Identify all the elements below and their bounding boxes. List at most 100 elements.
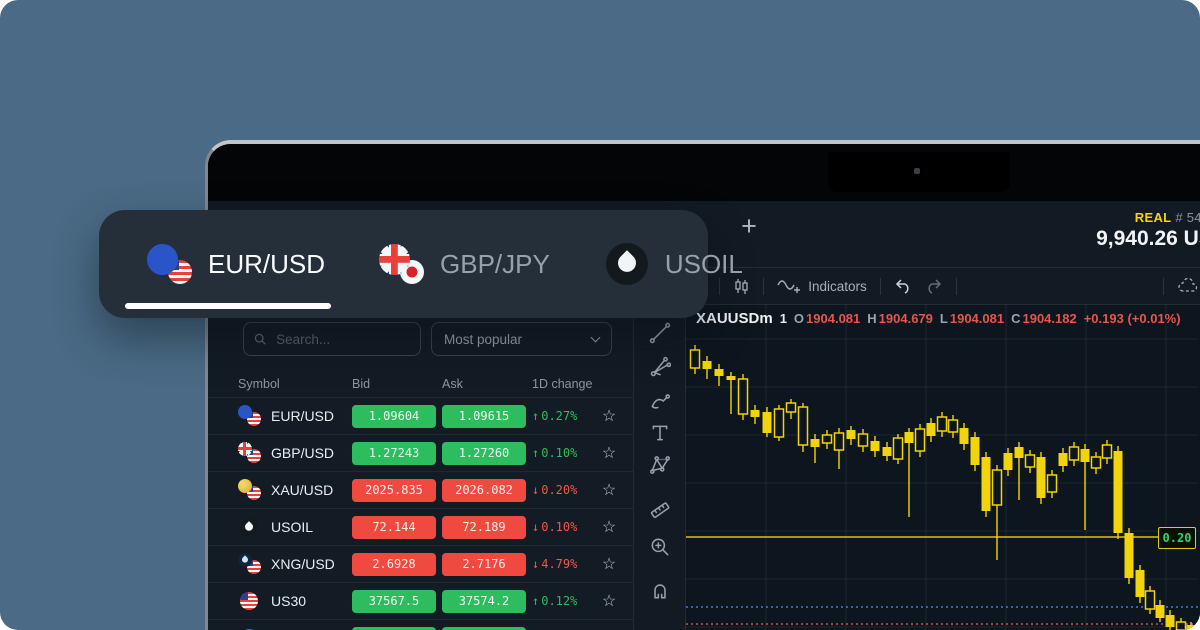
chart-area[interactable]: XAUUSDm 1 O1904.081 H1904.679 L1904.081 …: [686, 305, 1200, 630]
ask-price-badge[interactable]: 1.09615: [442, 405, 526, 428]
uk-flag-icon: [379, 244, 410, 275]
toolbar-divider: [956, 278, 957, 295]
watchlist-row[interactable]: USOIL 72.144 72.189 ↓ 0.10%: [208, 508, 633, 545]
indicator-wave-icon: [777, 277, 801, 295]
toolbar-divider: [763, 278, 764, 295]
ruler-tool[interactable]: [647, 497, 673, 523]
price-tag: 0.20: [1158, 527, 1196, 549]
pitchfork-tool[interactable]: [647, 354, 673, 380]
main-content: Most popular Symbol Bid Ask 1D change: [208, 305, 1200, 630]
search-icon: [254, 332, 266, 346]
save-layout-button[interactable]: Save: [1177, 278, 1200, 294]
bid-price-badge[interactable]: 37567.5: [352, 590, 436, 613]
change-arrow-icon: ↑: [532, 594, 539, 608]
change-arrow-icon: ↓: [532, 557, 539, 571]
daily-change: ↓ 0.10%: [532, 520, 596, 534]
redo-button[interactable]: [925, 279, 943, 294]
ask-price-badge[interactable]: 37574.2: [442, 590, 526, 613]
daily-change: ↑ 0.27%: [532, 409, 596, 423]
favorite-star-icon[interactable]: [596, 443, 622, 463]
zoom-in-tool[interactable]: [647, 534, 673, 560]
account-balance-dropdown[interactable]: 9,940.26 USD: [1096, 227, 1200, 251]
oil-drop-icon: [602, 242, 652, 286]
watchlist-row[interactable]: XNG/USD 2.6928 2.7176 ↓ 4.79%: [208, 545, 633, 582]
favorite-star-icon[interactable]: [596, 554, 622, 574]
drawing-tools-column: [633, 305, 686, 630]
favorite-star-icon[interactable]: [596, 591, 622, 611]
search-box[interactable]: [243, 322, 421, 356]
candlestick-chart[interactable]: [686, 305, 1198, 630]
column-ask: Ask: [442, 377, 532, 391]
account-type-badge: REAL: [1135, 210, 1172, 225]
bid-price-badge[interactable]: 2025.835: [352, 479, 436, 502]
change-arrow-icon: ↑: [532, 409, 539, 423]
watchlist-row[interactable]: XAU/USD 2025.835 2026.082 ↓ 0.20%: [208, 471, 633, 508]
pill-tab-gbpjpy[interactable]: GBP/JPY: [377, 242, 550, 286]
category-filter-select[interactable]: Most popular: [431, 322, 612, 356]
gbp-jpy-flags-icon: [377, 242, 427, 286]
pill-tab-eurusd[interactable]: EUR/USD: [145, 242, 325, 286]
instrument-icon: [238, 553, 262, 575]
bid-price-badge[interactable]: 1.27243: [352, 442, 436, 465]
eur-usd-flags-icon: [145, 242, 195, 286]
brush-tool[interactable]: [647, 389, 673, 415]
camera-dot: [914, 168, 920, 174]
column-bid: Bid: [352, 377, 442, 391]
undo-button[interactable]: [894, 279, 912, 294]
favorite-star-icon[interactable]: [596, 406, 622, 426]
daily-change: ↓ 0.20%: [532, 483, 596, 497]
bid-price-badge[interactable]: 72.144: [352, 516, 436, 539]
daily-change: ↑ 0.10%: [532, 446, 596, 460]
watchlist-row[interactable]: [208, 619, 633, 630]
bid-price-badge[interactable]: 2.6928: [352, 553, 436, 576]
instrument-icon: [238, 516, 262, 538]
daily-change: ↑ 0.12%: [532, 594, 596, 608]
pill-tab-label: USOIL: [665, 249, 743, 280]
search-input[interactable]: [274, 331, 410, 348]
chart-symbol: XAUUSDm: [696, 310, 773, 327]
chart-legend: XAUUSDm 1 O1904.081 H1904.679 L1904.081 …: [696, 310, 1181, 327]
pill-tab-usoil[interactable]: USOIL: [602, 242, 743, 286]
trend-line-tool[interactable]: [647, 320, 673, 346]
account-balance: 9,940.26 USD: [1096, 227, 1200, 251]
pill-tab-label: GBP/JPY: [440, 249, 550, 280]
favorite-star-icon[interactable]: [596, 517, 622, 537]
bid-price-badge[interactable]: 1.09604: [352, 405, 436, 428]
column-symbol: Symbol: [238, 377, 352, 391]
instrument-icon: [238, 479, 262, 501]
camera-housing: [828, 152, 1010, 192]
text-tool[interactable]: [647, 420, 673, 446]
ask-price-badge[interactable]: 2026.082: [442, 479, 526, 502]
symbol-name: USOIL: [271, 519, 313, 535]
chart-timeframe: 1: [780, 311, 787, 326]
daily-change: ↓ 4.79%: [532, 557, 596, 571]
close-value: 1904.182: [1022, 311, 1076, 326]
magnet-tool[interactable]: [647, 577, 673, 603]
watchlist-row[interactable]: GBP/USD 1.27243 1.27260 ↑ 0.10%: [208, 434, 633, 471]
toolbar-divider: [1163, 278, 1164, 295]
ask-price-badge[interactable]: 2.7176: [442, 553, 526, 576]
xabcd-pattern-tool[interactable]: [647, 452, 673, 478]
watchlist-rows: EUR/USD 1.09604 1.09615 ↑ 0.27%: [208, 397, 633, 630]
symbol-name: US30: [271, 593, 306, 609]
ask-price-badge[interactable]: 1.27260: [442, 442, 526, 465]
watchlist-panel: Most popular Symbol Bid Ask 1D change: [208, 305, 633, 630]
account-number: # 54996943: [1175, 210, 1200, 225]
instrument-switcher: EUR/USD GBP/JPY USOIL: [99, 210, 708, 318]
watchlist-row[interactable]: EUR/USD 1.09604 1.09615 ↑ 0.27%: [208, 397, 633, 434]
ask-price-badge[interactable]: [442, 627, 526, 630]
indicators-button[interactable]: Indicators: [777, 277, 867, 295]
add-chart-tab-button[interactable]: +: [732, 209, 766, 243]
oil-drop-circle: [606, 243, 648, 285]
symbol-name: GBP/USD: [271, 445, 334, 461]
favorite-star-icon[interactable]: [596, 480, 622, 500]
change-arrow-icon: ↑: [532, 446, 539, 460]
watchlist-row[interactable]: US30 37567.5 37574.2 ↑ 0.12%: [208, 582, 633, 619]
undo-arrow-icon: [894, 279, 912, 294]
instrument-icon: [238, 442, 262, 464]
redo-arrow-icon: [925, 279, 943, 294]
low-value: 1904.081: [950, 311, 1004, 326]
change-value: +0.193 (+0.01%): [1084, 311, 1181, 326]
ask-price-badge[interactable]: 72.189: [442, 516, 526, 539]
bid-price-badge[interactable]: [352, 627, 436, 630]
